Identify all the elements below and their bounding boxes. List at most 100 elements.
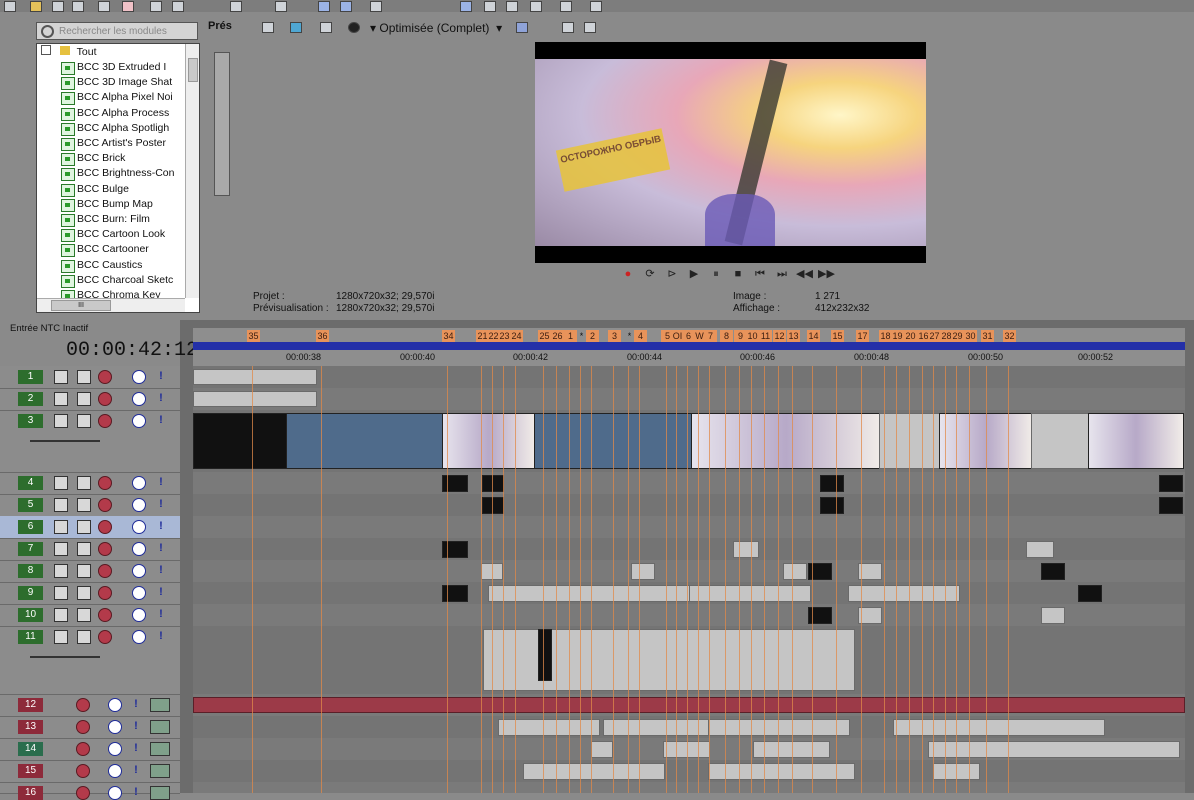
track-lane-9[interactable]: [193, 582, 1185, 605]
track-fx-icon[interactable]: [98, 630, 112, 644]
track-fx-icon[interactable]: [98, 608, 112, 622]
track-lane-11[interactable]: [193, 626, 1185, 695]
mute-icon[interactable]: [132, 414, 146, 428]
solo-icon[interactable]: !: [130, 764, 142, 776]
render-icon[interactable]: [98, 1, 110, 12]
motion-icon[interactable]: [77, 498, 91, 512]
timeline-marker[interactable]: 25: [538, 330, 551, 342]
track-header-4[interactable]: 4!: [0, 472, 180, 495]
mute-icon[interactable]: [132, 586, 146, 600]
media-clip[interactable]: [1159, 497, 1183, 514]
motion-icon[interactable]: [77, 414, 91, 428]
mute-icon[interactable]: [108, 698, 122, 712]
plugin-item[interactable]: BCC Artist's Poster: [61, 136, 166, 151]
track-lane-8[interactable]: [193, 560, 1185, 583]
track-fx-icon[interactable]: [98, 392, 112, 406]
loop-icon[interactable]: ⟳: [642, 266, 658, 282]
track-header-1[interactable]: 1!: [0, 366, 180, 389]
autoripple-icon[interactable]: [484, 1, 496, 12]
mute-icon[interactable]: [132, 630, 146, 644]
media-clip[interactable]: [708, 719, 850, 736]
media-clip[interactable]: [1031, 413, 1090, 469]
plugin-item[interactable]: BCC Bump Map: [61, 197, 153, 212]
media-clip[interactable]: [1078, 585, 1102, 602]
compositing-mode-icon[interactable]: [54, 414, 68, 428]
paste-icon[interactable]: [172, 1, 184, 12]
cut-icon[interactable]: [122, 1, 134, 12]
media-clip[interactable]: [848, 585, 960, 602]
split-screen-icon[interactable]: [320, 22, 332, 33]
new-icon[interactable]: [4, 1, 16, 12]
media-clip[interactable]: [1088, 413, 1184, 469]
media-clip[interactable]: [893, 719, 1105, 736]
media-clip[interactable]: [631, 563, 655, 580]
compositing-mode-icon[interactable]: [54, 608, 68, 622]
track-header-10[interactable]: 10!: [0, 604, 180, 627]
timeline-marker[interactable]: 30: [964, 330, 977, 342]
timeline-marker[interactable]: 13: [787, 330, 800, 342]
timeline-marker[interactable]: 11: [759, 330, 772, 342]
track-fx-icon[interactable]: [76, 742, 90, 756]
video-preview-icon[interactable]: [262, 22, 274, 33]
overlay-icon[interactable]: [348, 22, 360, 33]
open-icon[interactable]: [30, 1, 42, 12]
track-header-6[interactable]: 6!: [0, 516, 180, 539]
track-lane-12[interactable]: [193, 694, 1185, 717]
solo-icon[interactable]: !: [155, 630, 167, 642]
copy-snapshot-icon[interactable]: [562, 22, 574, 33]
media-clip[interactable]: [482, 497, 504, 514]
solo-icon[interactable]: !: [155, 414, 167, 426]
track-lane-10[interactable]: [193, 604, 1185, 627]
media-clip[interactable]: [603, 719, 725, 736]
media-clip[interactable]: [193, 369, 317, 385]
media-clip[interactable]: [1159, 475, 1183, 492]
motion-icon[interactable]: [77, 586, 91, 600]
mute-icon[interactable]: [108, 786, 122, 800]
selection-tool-icon[interactable]: [370, 1, 382, 12]
timeline-marker[interactable]: 29: [951, 330, 964, 342]
track-fx-icon[interactable]: [76, 698, 90, 712]
stop-icon[interactable]: ■: [730, 266, 746, 282]
timeline-ruler[interactable]: 35 36 34 21 22 23 24 25 26 1 * 2 3 * 4 5 OI 6 W 7 8 9 10 11 12 13…: [193, 328, 1185, 366]
track-fx-icon[interactable]: [76, 720, 90, 734]
plugin-item[interactable]: BCC Cartoon Look: [61, 227, 165, 243]
external-monitor-icon[interactable]: [290, 22, 302, 33]
tree-hscroll-thumb[interactable]: III: [51, 300, 111, 311]
solo-icon[interactable]: !: [155, 542, 167, 554]
timeline-marker[interactable]: 3: [608, 330, 621, 342]
plugin-item[interactable]: BCC Alpha Pixel Noi: [61, 90, 173, 106]
tree-root[interactable]: Tout: [41, 45, 97, 60]
motion-icon[interactable]: [77, 520, 91, 534]
presets-tab[interactable]: Prés: [208, 20, 232, 32]
track-header-16[interactable]: 16!: [0, 782, 180, 800]
timeline-marker[interactable]: 12: [773, 330, 786, 342]
media-clip[interactable]: [193, 413, 288, 469]
track-fx-icon[interactable]: [76, 786, 90, 800]
track-fx-icon[interactable]: [98, 586, 112, 600]
lock-envelopes-icon[interactable]: [506, 1, 518, 12]
solo-icon[interactable]: !: [130, 720, 142, 732]
edit-tool-icon[interactable]: [318, 1, 330, 12]
media-clip[interactable]: [498, 719, 600, 736]
track-header-8[interactable]: 8!: [0, 560, 180, 583]
track-lane-15[interactable]: [193, 760, 1185, 783]
track-fx-icon[interactable]: [98, 370, 112, 384]
plugin-item[interactable]: BCC Bulge: [61, 182, 129, 197]
media-clip[interactable]: [708, 763, 855, 780]
track-header-13[interactable]: 13!: [0, 716, 180, 739]
track-header-11[interactable]: 11!: [0, 626, 180, 695]
solo-icon[interactable]: !: [130, 786, 142, 798]
plugin-tree[interactable]: Tout BCC 3D Extruded I BCC 3D Image Shat B…: [36, 43, 200, 313]
solo-icon[interactable]: !: [130, 742, 142, 754]
compositing-mode-icon[interactable]: [54, 476, 68, 490]
media-clip[interactable]: [523, 763, 665, 780]
mute-icon[interactable]: [132, 476, 146, 490]
tree-vertical-scrollbar[interactable]: [185, 44, 199, 298]
track-fx-icon[interactable]: [98, 542, 112, 556]
compositing-mode-icon[interactable]: [54, 392, 68, 406]
compositing-mode-icon[interactable]: [54, 370, 68, 384]
media-clip[interactable]: [538, 629, 552, 681]
timeline-marker[interactable]: 31: [981, 330, 994, 342]
next-frame-icon[interactable]: ⏭: [774, 266, 790, 282]
timeline-marker[interactable]: 2: [586, 330, 599, 342]
